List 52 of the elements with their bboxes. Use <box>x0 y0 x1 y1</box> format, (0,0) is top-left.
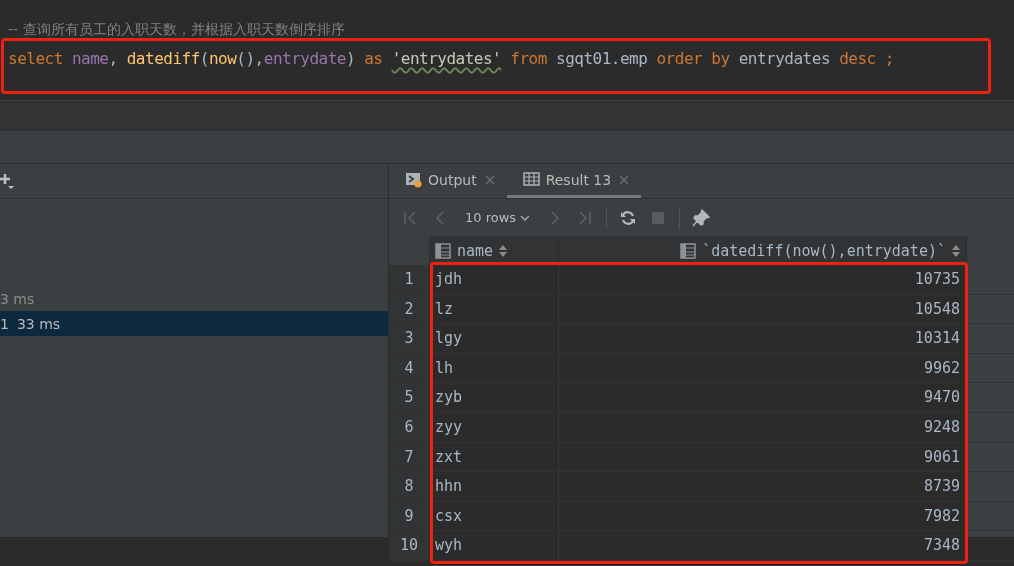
first-page-icon[interactable] <box>401 208 419 227</box>
table-cell: csx <box>429 501 559 531</box>
row-number: 7 <box>389 442 429 472</box>
row-number: 8 <box>389 472 429 501</box>
table-cell: 9061 <box>559 442 967 472</box>
table-cell: wyh <box>429 531 559 560</box>
table-icon <box>522 171 540 188</box>
column-title: `datediff(now(),entrydate)` <box>702 241 946 260</box>
table-cell: jdh <box>429 265 559 294</box>
table-cell: 9962 <box>559 353 967 383</box>
row-number: 9 <box>389 501 429 531</box>
row-number: 10 <box>389 531 429 560</box>
table-cell: 9470 <box>559 383 967 412</box>
code-comment: -- 查询所有员工的入职天数，并根据入职天数倒序排序 <box>8 20 345 39</box>
column-title: name <box>457 241 494 260</box>
table-cell: lh <box>429 353 559 383</box>
add-icon[interactable] <box>0 171 16 191</box>
row-number: 1 <box>389 265 429 294</box>
sort-icon[interactable] <box>499 244 508 257</box>
refresh-icon[interactable] <box>619 208 638 227</box>
row-number: 2 <box>389 294 429 324</box>
duration-label: 3 ms <box>0 290 35 307</box>
table-cell: 10735 <box>559 265 967 294</box>
row-index: 1 <box>0 315 9 332</box>
pin-icon[interactable] <box>692 208 711 227</box>
console-icon <box>405 171 422 188</box>
chevron-down-icon <box>520 213 531 222</box>
table-cell: zxt <box>429 442 559 472</box>
table-cell: 7982 <box>559 501 967 531</box>
table-cell: 9248 <box>559 412 967 442</box>
row-number: 5 <box>389 383 429 412</box>
service-row[interactable]: 1 33 ms <box>0 311 388 336</box>
sql-statement: select name, datediff(now(),entrydate) as 'entrydates' from sgqt01.emp order by entrydates desc ; <box>8 48 894 70</box>
row-number: 6 <box>389 412 429 442</box>
table-cell: hhn <box>429 472 559 501</box>
result-tab[interactable]: Output <box>389 164 507 198</box>
column-icon <box>435 242 451 259</box>
table-cell: zyy <box>429 412 559 442</box>
row-number: 4 <box>389 353 429 383</box>
table-cell: lz <box>429 294 559 324</box>
table-cell: 8739 <box>559 472 967 501</box>
page-size-dropdown[interactable]: 10 rows <box>457 210 539 225</box>
table-cell: 10548 <box>559 294 967 324</box>
duration-label: 33 ms <box>16 315 61 332</box>
table-cell: lgy <box>429 324 559 353</box>
table-cell: 10314 <box>559 324 967 353</box>
table-cell: zyb <box>429 383 559 412</box>
column-icon <box>680 242 697 259</box>
service-row[interactable]: 3 ms <box>0 286 388 311</box>
result-tab[interactable]: Result 13 <box>506 164 642 198</box>
sort-icon[interactable] <box>952 244 960 257</box>
row-number: 3 <box>389 324 429 353</box>
